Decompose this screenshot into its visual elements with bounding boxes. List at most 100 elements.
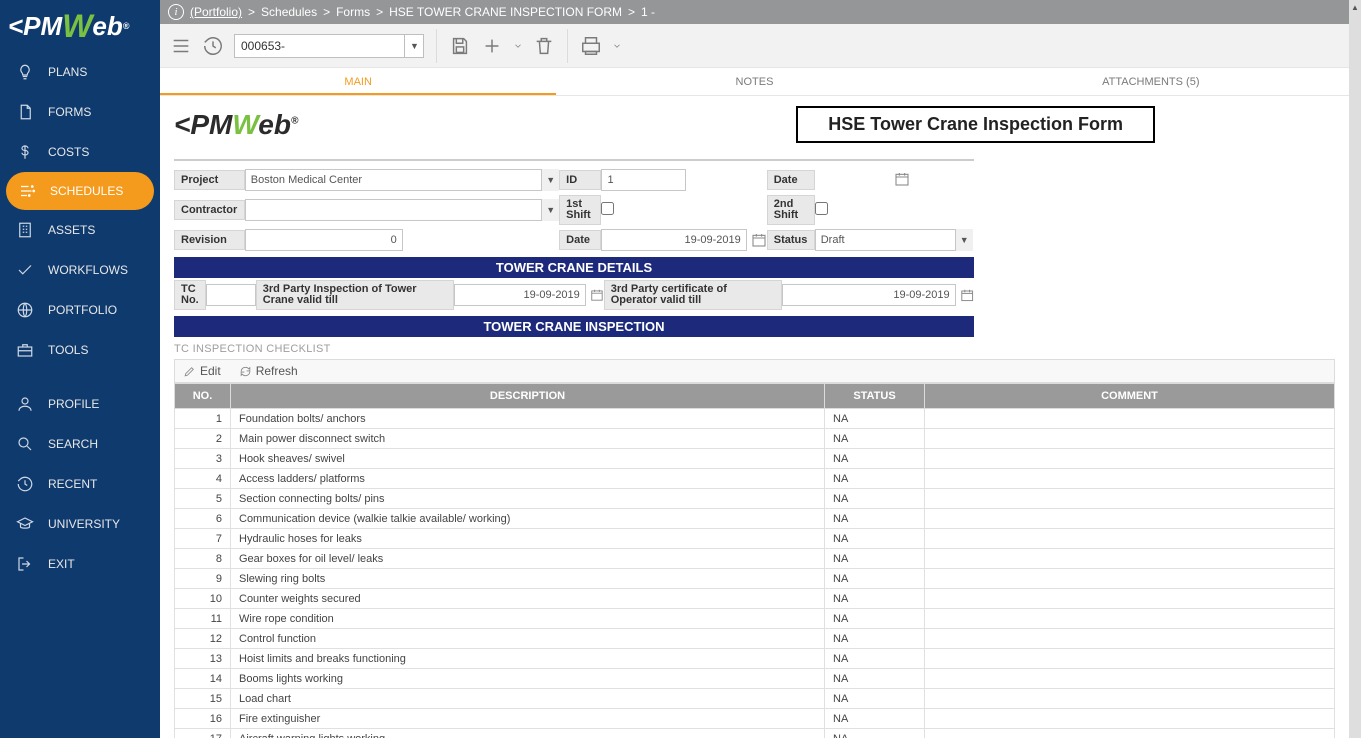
sidebar-item-profile[interactable]: PROFILE	[0, 384, 160, 424]
cell-desc: Load chart	[231, 689, 825, 709]
sidebar-item-assets[interactable]: ASSETS	[0, 210, 160, 250]
list-icon[interactable]	[170, 35, 192, 57]
table-row[interactable]: 16Fire extinguisherNA	[175, 709, 1335, 729]
sidebar-item-costs[interactable]: COSTS	[0, 132, 160, 172]
brand-logo: <PMWeb®	[0, 0, 160, 52]
briefcase-icon	[16, 341, 34, 359]
crumb-schedules[interactable]: Schedules	[261, 5, 317, 19]
cell-status: NA	[825, 489, 925, 509]
print-caret-icon[interactable]	[612, 35, 622, 57]
cell-comment	[925, 449, 1335, 469]
table-row[interactable]: 14Booms lights workingNA	[175, 669, 1335, 689]
form-logo-pre: <PM	[174, 109, 232, 140]
revision-input[interactable]	[245, 229, 403, 251]
band-details: TOWER CRANE DETAILS	[174, 257, 974, 278]
sidebar-item-workflows[interactable]: WORKFLOWS	[0, 250, 160, 290]
record-input[interactable]	[234, 34, 424, 58]
crumb-portfolio[interactable]: (Portfolio)	[190, 5, 242, 19]
table-row[interactable]: 8Gear boxes for oil level/ leaksNA	[175, 549, 1335, 569]
col-desc[interactable]: DESCRIPTION	[231, 384, 825, 409]
crumb-forms[interactable]: Forms	[336, 5, 370, 19]
save-icon[interactable]	[449, 35, 471, 57]
cert-valid-input[interactable]	[782, 284, 956, 306]
table-row[interactable]: 4Access ladders/ platformsNA	[175, 469, 1335, 489]
sidebar-item-search[interactable]: SEARCH	[0, 424, 160, 464]
cell-no: 7	[175, 529, 231, 549]
record-select[interactable]: ▼	[234, 34, 424, 58]
shift1-checkbox[interactable]	[601, 202, 614, 215]
table-row[interactable]: 9Slewing ring boltsNA	[175, 569, 1335, 589]
cell-status: NA	[825, 689, 925, 709]
table-row[interactable]: 12Control functionNA	[175, 629, 1335, 649]
table-row[interactable]: 3Hook sheaves/ swivelNA	[175, 449, 1335, 469]
chevron-down-icon[interactable]: ▼	[541, 199, 559, 221]
col-no[interactable]: NO.	[175, 384, 231, 409]
sidebar-item-schedules[interactable]: SCHEDULES	[6, 172, 154, 210]
print-icon[interactable]	[580, 35, 602, 57]
tab-attachments[interactable]: ATTACHMENTS (5)	[953, 68, 1349, 95]
project-input[interactable]	[245, 169, 559, 191]
calendar-icon[interactable]	[590, 287, 604, 303]
add-caret-icon[interactable]	[513, 35, 523, 57]
date2-input[interactable]	[601, 229, 746, 251]
table-row[interactable]: 17Aircraft warning lights workingNA	[175, 729, 1335, 738]
table-row[interactable]: 7Hydraulic hoses for leaksNA	[175, 529, 1335, 549]
nav-main: PLANSFORMSCOSTSSCHEDULESASSETSWORKFLOWSP…	[0, 52, 160, 370]
edit-button[interactable]: Edit	[183, 364, 221, 378]
history-icon	[16, 475, 34, 493]
table-row[interactable]: 13Hoist limits and breaks functioningNA	[175, 649, 1335, 669]
calendar-icon[interactable]	[751, 232, 767, 248]
history-icon[interactable]	[202, 35, 224, 57]
shift2-checkbox[interactable]	[815, 202, 828, 215]
sidebar-item-plans[interactable]: PLANS	[0, 52, 160, 92]
id-input[interactable]	[601, 169, 686, 191]
table-row[interactable]: 11Wire rope conditionNA	[175, 609, 1335, 629]
table-row[interactable]: 15Load chartNA	[175, 689, 1335, 709]
cell-comment	[925, 609, 1335, 629]
chevron-down-icon[interactable]: ▼	[404, 34, 424, 58]
cell-status: NA	[825, 709, 925, 729]
chevron-down-icon[interactable]: ▼	[541, 169, 559, 191]
cell-no: 1	[175, 409, 231, 429]
cell-desc: Fire extinguisher	[231, 709, 825, 729]
table-row[interactable]: 6Communication device (walkie talkie ava…	[175, 509, 1335, 529]
sidebar-item-recent[interactable]: RECENT	[0, 464, 160, 504]
sidebar-item-forms[interactable]: FORMS	[0, 92, 160, 132]
col-comment[interactable]: COMMENT	[925, 384, 1335, 409]
tcno-input[interactable]	[206, 284, 256, 306]
col-status[interactable]: STATUS	[825, 384, 925, 409]
refresh-button[interactable]: Refresh	[239, 364, 298, 378]
cell-no: 3	[175, 449, 231, 469]
status-input[interactable]	[815, 229, 973, 251]
form-logo-w: W	[232, 109, 258, 140]
add-icon[interactable]	[481, 35, 503, 57]
cell-status: NA	[825, 589, 925, 609]
tab-notes[interactable]: NOTES	[556, 68, 952, 95]
delete-icon[interactable]	[533, 35, 555, 57]
table-row[interactable]: 5Section connecting bolts/ pinsNA	[175, 489, 1335, 509]
table-row[interactable]: 1Foundation bolts/ anchorsNA	[175, 409, 1335, 429]
crumb-formname[interactable]: HSE TOWER CRANE INSPECTION FORM	[389, 5, 622, 19]
form-logo: <PMWeb®	[174, 109, 298, 141]
sidebar-item-portfolio[interactable]: PORTFOLIO	[0, 290, 160, 330]
sidebar-item-exit[interactable]: EXIT	[0, 544, 160, 584]
sidebar-item-tools[interactable]: TOOLS	[0, 330, 160, 370]
table-row[interactable]: 2Main power disconnect switchNA	[175, 429, 1335, 449]
inspec-valid-input[interactable]	[454, 284, 586, 306]
lbl-status: Status	[767, 230, 815, 250]
cell-status: NA	[825, 729, 925, 738]
cell-status: NA	[825, 669, 925, 689]
table-row[interactable]: 10Counter weights securedNA	[175, 589, 1335, 609]
calendar-icon[interactable]	[894, 171, 910, 187]
tab-main[interactable]: MAIN	[160, 68, 556, 95]
chevron-down-icon[interactable]: ▼	[955, 229, 973, 251]
scroll-up-icon[interactable]: ▲	[1349, 0, 1361, 14]
cell-no: 13	[175, 649, 231, 669]
info-icon[interactable]: i	[168, 4, 184, 20]
contractor-input[interactable]	[245, 199, 559, 221]
band-inspection: TOWER CRANE INSPECTION	[174, 316, 974, 337]
cell-no: 14	[175, 669, 231, 689]
form-title: HSE Tower Crane Inspection Form	[796, 106, 1155, 143]
sidebar-item-university[interactable]: UNIVERSITY	[0, 504, 160, 544]
calendar-icon[interactable]	[960, 287, 974, 303]
